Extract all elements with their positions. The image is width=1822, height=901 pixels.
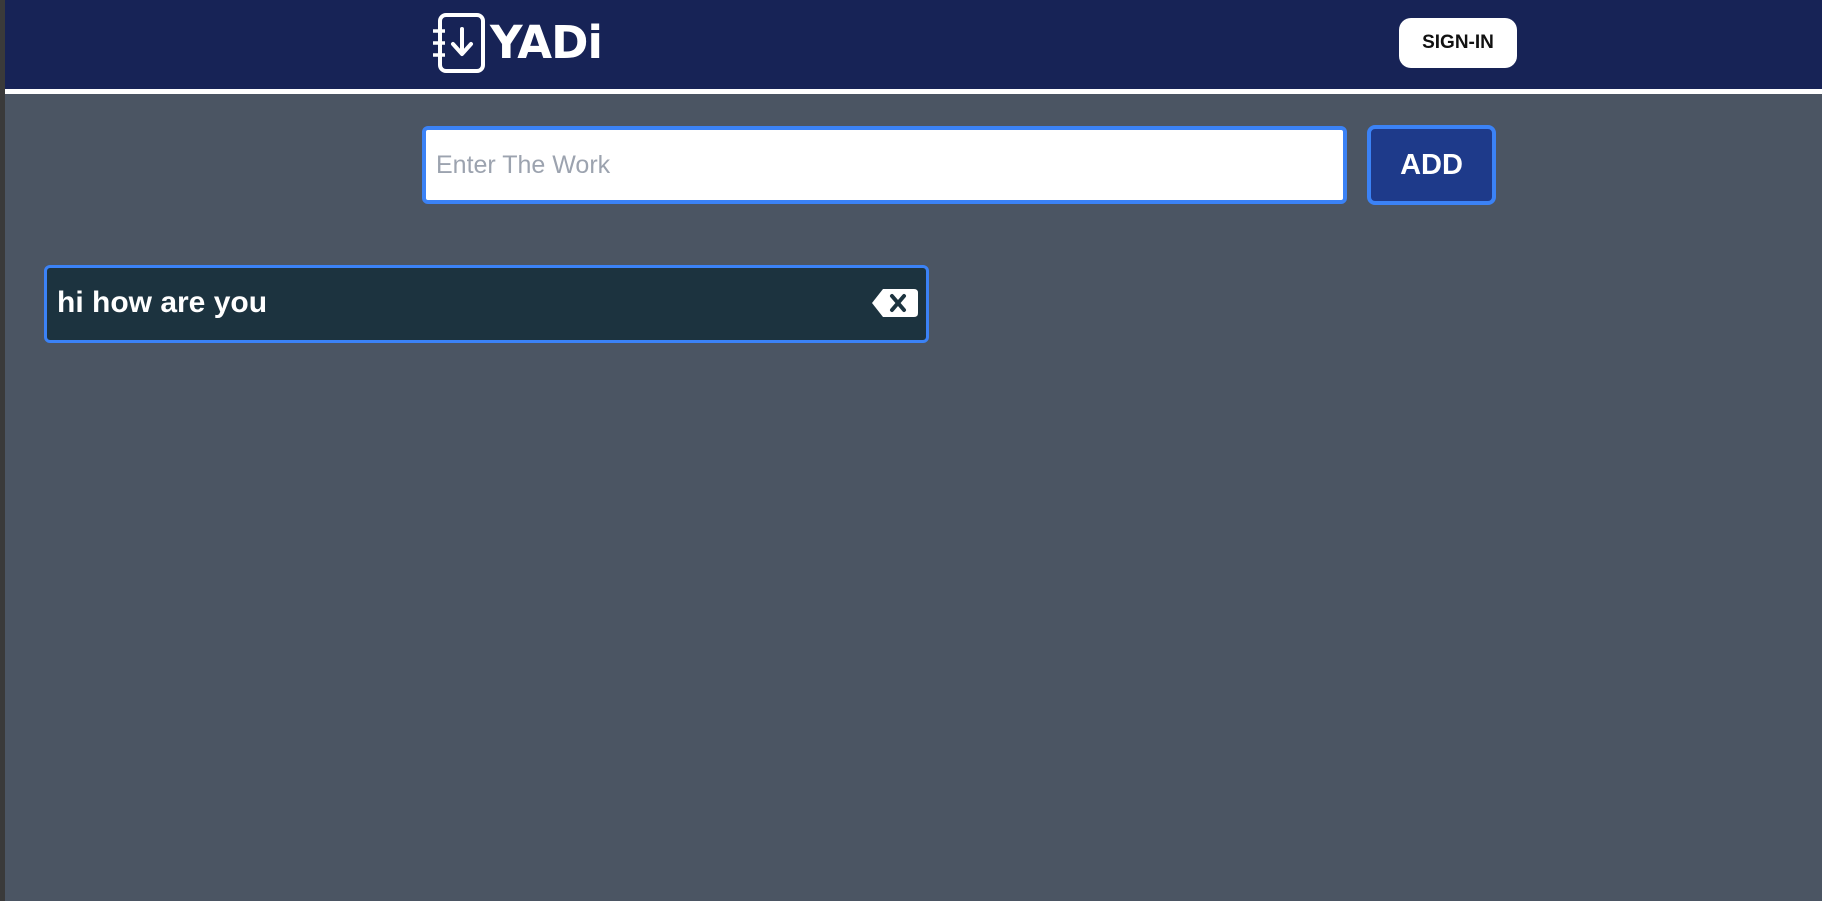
- delete-todo-button[interactable]: [871, 285, 919, 321]
- work-input[interactable]: [422, 126, 1347, 204]
- window-left-edge: [0, 0, 5, 901]
- backspace-delete-icon: [872, 289, 918, 317]
- brand-logo[interactable]: YADi: [432, 12, 603, 74]
- add-button[interactable]: ADD: [1367, 125, 1496, 205]
- notebook-download-icon: [433, 13, 485, 73]
- todo-text: hi how are you: [57, 286, 268, 319]
- brand-name: YADi: [490, 16, 603, 69]
- sign-in-button[interactable]: SIGN-IN: [1399, 18, 1517, 68]
- navbar: [5, 0, 1822, 89]
- navbar-divider: [5, 89, 1822, 94]
- todo-item: hi how are you: [44, 265, 929, 343]
